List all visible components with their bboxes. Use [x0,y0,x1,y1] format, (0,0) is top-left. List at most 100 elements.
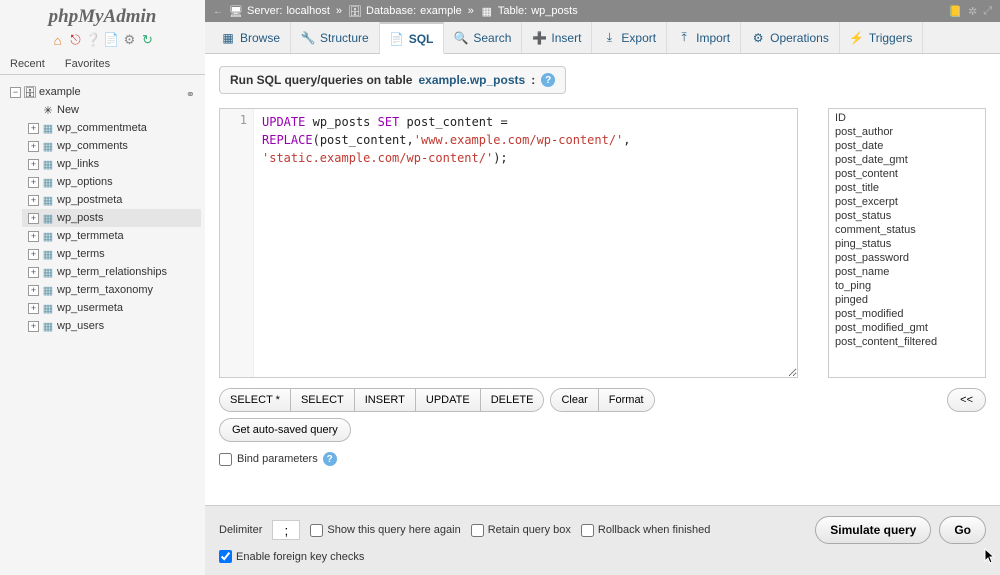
tab-sql[interactable]: 📄SQL [380,22,445,54]
tab-export[interactable]: ⤓Export [592,22,667,53]
tab-browse[interactable]: ▦Browse [211,22,291,53]
table-icon: ▦ [41,265,55,279]
delimiter-input[interactable] [272,520,300,540]
plus-icon[interactable]: + [28,267,39,278]
collapse-columns-button[interactable]: << [947,388,986,412]
table-icon: ▦ [41,283,55,297]
delete-button[interactable]: DELETE [481,389,544,411]
plus-icon[interactable]: + [28,195,39,206]
column-pinged[interactable]: pinged [829,293,985,307]
header-table-link[interactable]: example.wp_posts [418,73,525,87]
tab-triggers[interactable]: ⚡Triggers [840,22,924,53]
column-post_name[interactable]: post_name [829,265,985,279]
bc-database[interactable]: 🗄 Database: example [348,4,462,18]
plus-icon[interactable]: + [28,231,39,242]
column-post_content[interactable]: post_content [829,167,985,181]
tree-table-wp_posts[interactable]: +▦wp_posts [22,209,201,227]
column-post_modified_gmt[interactable]: post_modified_gmt [829,321,985,335]
plus-icon[interactable]: + [28,123,39,134]
tree-table-wp_commentmeta[interactable]: +▦wp_commentmeta [22,119,201,137]
app-logo[interactable]: phpMyAdmin [0,6,205,28]
sql-col: post_content [407,115,494,129]
tree-table-wp_postmeta[interactable]: +▦wp_postmeta [22,191,201,209]
tree-table-wp_usermeta[interactable]: +▦wp_usermeta [22,299,201,317]
docs-icon[interactable]: 📄 [104,32,120,48]
tree-db[interactable]: − 🗄 example [4,83,201,101]
simulate-button[interactable]: Simulate query [815,516,931,544]
retain-checkbox[interactable] [471,524,484,537]
tree-table-wp_termmeta[interactable]: +▦wp_termmeta [22,227,201,245]
comma1: , [407,133,414,147]
select-button[interactable]: SELECT [291,389,355,411]
column-post_content_filtered[interactable]: post_content_filtered [829,335,985,349]
back-arrow-icon[interactable]: ← [213,6,223,17]
plus-icon[interactable]: + [28,213,39,224]
reload-icon[interactable]: ↻ [140,32,156,48]
plus-icon[interactable]: + [28,321,39,332]
exit-icon[interactable]: ⎋ [68,32,84,48]
minus-icon[interactable]: − [10,87,21,98]
show-again-checkbox[interactable] [310,524,323,537]
tab-insert[interactable]: ➕Insert [522,22,592,53]
tree-table-wp_terms[interactable]: +▦wp_terms [22,245,201,263]
plus-icon[interactable]: + [28,159,39,170]
clear-button[interactable]: Clear [551,389,598,411]
gear-icon[interactable]: ✲ [968,5,977,18]
sql-code[interactable]: UPDATE wp_posts SET post_content = REPLA… [254,109,639,377]
tree-table-wp_term_taxonomy[interactable]: +▦wp_term_taxonomy [22,281,201,299]
bc-table[interactable]: ▦ Table: wp_posts [480,4,578,18]
update-button[interactable]: UPDATE [416,389,481,411]
settings-icon[interactable]: ⚙ [122,32,138,48]
column-post_author[interactable]: post_author [829,125,985,139]
column-to_ping[interactable]: to_ping [829,279,985,293]
paren-open: ( [313,133,320,147]
tree-new[interactable]: ✳New [22,101,201,119]
column-post_title[interactable]: post_title [829,181,985,195]
foreign-key-checkbox[interactable] [219,550,232,563]
columns-list[interactable]: IDpost_authorpost_datepost_date_gmtpost_… [828,108,986,378]
column-ping_status[interactable]: ping_status [829,237,985,251]
tab-favorites[interactable]: Favorites [55,54,120,74]
expand-icon[interactable]: ⤢ [983,5,992,18]
select--button[interactable]: SELECT * [220,389,291,411]
column-post_date_gmt[interactable]: post_date_gmt [829,153,985,167]
tree-table-wp_term_relationships[interactable]: +▦wp_term_relationships [22,263,201,281]
home-icon[interactable]: ⌂ [50,32,66,48]
help-icon[interactable]: ? [541,73,555,87]
rollback-checkbox[interactable] [581,524,594,537]
plus-icon[interactable]: + [28,285,39,296]
column-comment_status[interactable]: comment_status [829,223,985,237]
tab-import[interactable]: ⤒Import [667,22,741,53]
column-post_password[interactable]: post_password [829,251,985,265]
tab-search[interactable]: 🔍Search [444,22,522,53]
help-icon[interactable]: ? [323,452,337,466]
table-label: wp_term_relationships [57,266,167,278]
sql-editor[interactable]: 1 UPDATE wp_posts SET post_content = REP… [219,108,798,378]
tab-operations[interactable]: ⚙Operations [741,22,840,53]
format-button[interactable]: Format [599,389,654,411]
bc-server[interactable]: 🖥 Server: localhost [229,4,330,18]
insert-button[interactable]: INSERT [355,389,416,411]
column-post_date[interactable]: post_date [829,139,985,153]
column-post_modified[interactable]: post_modified [829,307,985,321]
column-ID[interactable]: ID [829,111,985,125]
column-post_excerpt[interactable]: post_excerpt [829,195,985,209]
star-icon[interactable]: 📒 [948,5,962,18]
bind-params-checkbox[interactable] [219,453,232,466]
tree-table-wp_users[interactable]: +▦wp_users [22,317,201,335]
plus-icon[interactable]: + [28,141,39,152]
tab-structure[interactable]: 🔧Structure [291,22,380,53]
help-icon[interactable]: ❔ [86,32,102,48]
go-button[interactable]: Go [939,516,986,544]
plus-icon[interactable]: + [28,303,39,314]
autosave-button[interactable]: Get auto-saved query [219,418,351,442]
column-post_status[interactable]: post_status [829,209,985,223]
table-icon: ▦ [41,121,55,135]
tree-table-wp_comments[interactable]: +▦wp_comments [22,137,201,155]
tab-recent[interactable]: Recent [0,54,55,74]
tree-table-wp_options[interactable]: +▦wp_options [22,173,201,191]
link-icon[interactable]: ⚭ [186,88,195,101]
tree-table-wp_links[interactable]: +▦wp_links [22,155,201,173]
plus-icon[interactable]: + [28,177,39,188]
plus-icon[interactable]: + [28,249,39,260]
